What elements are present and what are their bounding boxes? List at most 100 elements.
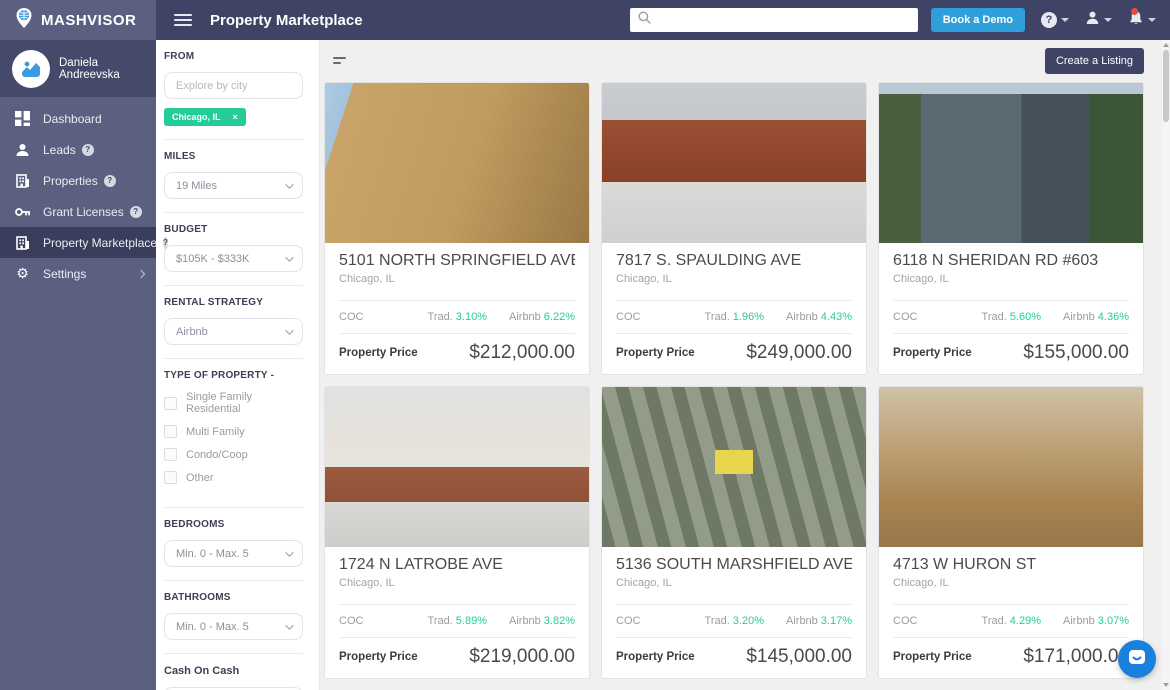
property-map-photo[interactable] bbox=[602, 387, 866, 547]
dashboard-icon bbox=[14, 111, 31, 126]
scrollbar-thumb[interactable] bbox=[1163, 50, 1169, 122]
bathrooms-label: BATHROOMS bbox=[164, 592, 303, 603]
sidebar-item-leads[interactable]: Leads ? bbox=[0, 134, 156, 165]
property-photo[interactable] bbox=[879, 83, 1143, 243]
create-listing-button[interactable]: Create a Listing bbox=[1045, 48, 1144, 74]
miles-select[interactable]: 19 Miles bbox=[164, 172, 303, 199]
property-card[interactable]: 5101 NORTH SPRINGFIELD AVENUE #B Chicago… bbox=[324, 82, 590, 375]
sidebar-nav: Dashboard Leads ? Properties ? bbox=[0, 97, 156, 289]
property-card[interactable]: 6118 N SHERIDAN RD #603 Chicago, IL COC … bbox=[878, 82, 1144, 375]
checkbox-icon[interactable] bbox=[164, 471, 177, 484]
notifications-menu[interactable] bbox=[1128, 10, 1156, 31]
book-demo-button[interactable]: Book a Demo bbox=[931, 8, 1025, 32]
budget-select[interactable]: $105K - $333K bbox=[164, 245, 303, 272]
airbnb-label: Airbnb bbox=[1063, 311, 1095, 323]
filter-budget-label: BUDGET bbox=[164, 224, 303, 235]
property-address[interactable]: 5136 SOUTH MARSHFIELD AVENUE bbox=[616, 556, 852, 574]
hamburger-menu-icon[interactable] bbox=[174, 14, 192, 26]
help-badge-icon[interactable]: ? bbox=[130, 206, 142, 218]
chevron-right-icon bbox=[137, 269, 145, 277]
checkbox-icon[interactable] bbox=[164, 425, 177, 438]
account-menu[interactable] bbox=[1085, 10, 1112, 30]
property-city: Chicago, IL bbox=[893, 273, 1129, 285]
property-address[interactable]: 6118 N SHERIDAN RD #603 bbox=[893, 252, 1129, 270]
trad-label: Trad. bbox=[705, 311, 730, 323]
city-filter-tag[interactable]: Chicago, IL × bbox=[164, 108, 246, 126]
trad-value: 4.29% bbox=[1010, 615, 1041, 627]
checkbox-icon[interactable] bbox=[164, 397, 177, 410]
user-profile[interactable]: Daniela Andreevska bbox=[0, 40, 156, 97]
property-card[interactable]: 5136 SOUTH MARSHFIELD AVENUE Chicago, IL… bbox=[601, 386, 867, 679]
checkbox-icon[interactable] bbox=[164, 448, 177, 461]
person-icon bbox=[14, 143, 31, 157]
filter-miles: MILES 19 Miles bbox=[164, 140, 303, 213]
help-badge-icon[interactable]: ? bbox=[82, 144, 94, 156]
property-address[interactable]: 4713 W HURON ST bbox=[893, 556, 1129, 574]
rental-strategy-label: RENTAL STRATEGY bbox=[164, 297, 303, 308]
sidebar-item-properties[interactable]: Properties ? bbox=[0, 165, 156, 196]
trad-label: Trad. bbox=[982, 615, 1007, 627]
property-address[interactable]: 5101 NORTH SPRINGFIELD AVENUE #B bbox=[339, 252, 575, 270]
main-sidebar: Daniela Andreevska Dashboard Leads ? bbox=[0, 40, 156, 690]
coc-label: COC bbox=[616, 615, 640, 627]
sidebar-item-label: Properties bbox=[43, 174, 98, 188]
filter-budget: BUDGET $105K - $333K bbox=[164, 213, 303, 286]
property-address[interactable]: 1724 N LATROBE AVE bbox=[339, 556, 575, 574]
checkbox-single-family[interactable]: Single Family Residential bbox=[164, 391, 303, 415]
scroll-down-arrow-icon[interactable] bbox=[1163, 683, 1169, 687]
gear-icon: ⚙ bbox=[14, 267, 31, 281]
key-icon bbox=[14, 206, 31, 218]
airbnb-value: 4.43% bbox=[821, 311, 852, 323]
trad-label: Trad. bbox=[428, 615, 453, 627]
checkbox-multi-family[interactable]: Multi Family bbox=[164, 425, 303, 438]
property-card[interactable]: 4713 W HURON ST Chicago, IL COC Trad.4.2… bbox=[878, 386, 1144, 679]
property-card[interactable]: 7817 S. SPAULDING AVE Chicago, IL COC Tr… bbox=[601, 82, 867, 375]
budget-value: $105K - $333K bbox=[176, 253, 249, 265]
rental-strategy-select[interactable]: Airbnb bbox=[164, 318, 303, 345]
property-city: Chicago, IL bbox=[616, 273, 852, 285]
help-menu[interactable]: ? bbox=[1041, 12, 1069, 28]
filter-from: FROM Chicago, IL × bbox=[164, 40, 303, 140]
property-address[interactable]: 7817 S. SPAULDING AVE bbox=[616, 252, 852, 270]
chevron-down-icon bbox=[285, 180, 293, 188]
filter-cash-on-cash: Cash On Cash 0% bbox=[164, 654, 303, 690]
sidebar-item-dashboard[interactable]: Dashboard bbox=[0, 103, 156, 134]
checkbox-condo-coop[interactable]: Condo/Coop bbox=[164, 448, 303, 461]
listings-main: Create a Listing 5101 NORTH SPRINGFIELD … bbox=[320, 40, 1170, 690]
explore-city-input[interactable] bbox=[164, 72, 303, 99]
sidebar-item-property-marketplace[interactable]: Property Marketplace ? bbox=[0, 227, 156, 258]
property-photo[interactable] bbox=[325, 387, 589, 547]
property-photo[interactable] bbox=[602, 83, 866, 243]
property-city: Chicago, IL bbox=[339, 273, 575, 285]
airbnb-label: Airbnb bbox=[786, 311, 818, 323]
filter-property-type: TYPE OF PROPERTY - Single Family Residen… bbox=[164, 359, 303, 508]
brand-name: MASHVISOR bbox=[41, 12, 136, 29]
property-card-grid: 5101 NORTH SPRINGFIELD AVENUE #B Chicago… bbox=[320, 82, 1170, 679]
remove-tag-icon[interactable]: × bbox=[233, 112, 238, 122]
checkbox-other[interactable]: Other bbox=[164, 471, 303, 484]
sort-icon[interactable] bbox=[333, 57, 346, 64]
chat-widget-button[interactable] bbox=[1118, 640, 1156, 678]
sidebar-item-settings[interactable]: ⚙ Settings bbox=[0, 258, 156, 289]
property-price-label: Property Price bbox=[339, 651, 418, 663]
property-type-label: TYPE OF PROPERTY - bbox=[164, 370, 303, 381]
global-search-input[interactable] bbox=[657, 13, 910, 27]
filters-panel: FROM Chicago, IL × MILES 19 Miles BUDGET… bbox=[156, 40, 320, 690]
global-search[interactable] bbox=[630, 8, 918, 32]
bedrooms-select[interactable]: Min. 0 - Max. 5 bbox=[164, 540, 303, 567]
airbnb-label: Airbnb bbox=[1063, 615, 1095, 627]
sidebar-item-grant-licenses[interactable]: Grant Licenses ? bbox=[0, 196, 156, 227]
help-badge-icon[interactable]: ? bbox=[104, 175, 116, 187]
bathrooms-select[interactable]: Min. 0 - Max. 5 bbox=[164, 613, 303, 640]
chevron-down-icon bbox=[285, 548, 293, 556]
page-title: Property Marketplace bbox=[210, 12, 363, 29]
property-photo[interactable] bbox=[325, 83, 589, 243]
property-card[interactable]: 1724 N LATROBE AVE Chicago, IL COC Trad.… bbox=[324, 386, 590, 679]
property-price-label: Property Price bbox=[616, 347, 695, 359]
topbar-main: Property Marketplace Book a Demo ? bbox=[156, 0, 1170, 40]
brand-logo[interactable]: MASHVISOR bbox=[0, 0, 156, 40]
vertical-scrollbar[interactable] bbox=[1162, 40, 1170, 690]
scroll-up-arrow-icon[interactable] bbox=[1163, 43, 1169, 47]
help-badge-icon[interactable]: ? bbox=[163, 237, 168, 249]
property-photo[interactable] bbox=[879, 387, 1143, 547]
